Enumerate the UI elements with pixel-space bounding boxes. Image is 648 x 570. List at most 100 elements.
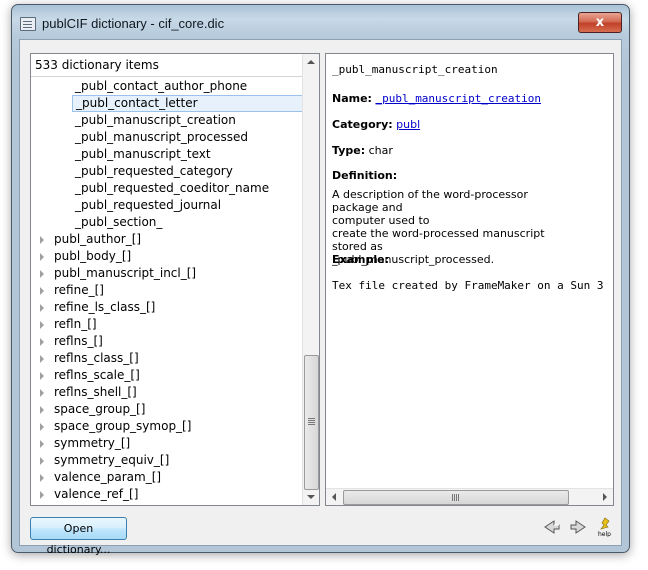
type-label: Type: — [332, 144, 366, 157]
category-link[interactable]: publ — [396, 118, 420, 131]
title-bar[interactable]: publCIF dictionary - cif_core.dic x — [12, 5, 629, 39]
tree-category-label: valence_param_[] — [54, 470, 162, 484]
tree-header[interactable]: 533 dictionary items — [31, 54, 319, 77]
scroll-left-arrow-icon[interactable] — [332, 493, 336, 501]
help-icon[interactable]: help — [595, 517, 615, 537]
expand-arrow-icon[interactable] — [40, 491, 44, 499]
expand-arrow-icon[interactable] — [40, 457, 44, 465]
type-row: Type: char — [332, 144, 393, 157]
grip-icon — [308, 418, 315, 419]
close-button[interactable]: x — [578, 12, 622, 33]
scroll-down-arrow-icon[interactable] — [307, 495, 315, 499]
tree-category-label: publ_body_[] — [54, 249, 132, 263]
dictionary-app-icon — [20, 17, 36, 31]
detail-body: _publ_manuscript_creation Name: _publ_ma… — [332, 54, 613, 488]
tree-category[interactable]: reflns_scale_[] — [31, 367, 303, 384]
tree-category[interactable]: space_group_[] — [31, 401, 303, 418]
tree-category-label: reflns_[] — [54, 334, 103, 348]
tree-item-label: _publ_requested_journal — [75, 198, 222, 212]
tree-category[interactable]: symmetry_[] — [31, 435, 303, 452]
scroll-up-arrow-icon[interactable] — [307, 60, 315, 64]
expand-arrow-icon[interactable] — [40, 270, 44, 278]
expand-arrow-icon[interactable] — [40, 253, 44, 261]
detail-title: _publ_manuscript_creation — [332, 63, 498, 76]
tree-item[interactable]: _publ_section_ — [31, 214, 303, 231]
tree-category-label: refine_[] — [54, 283, 104, 297]
expand-arrow-icon[interactable] — [40, 355, 44, 363]
tree-category-label: symmetry_equiv_[] — [54, 453, 170, 467]
expand-arrow-icon[interactable] — [40, 440, 44, 448]
tree-vertical-scrollbar[interactable] — [302, 54, 319, 505]
dictionary-tree[interactable]: 533 dictionary items _publ_contact_autho… — [30, 53, 320, 506]
tree-category[interactable]: space_group_symop_[] — [31, 418, 303, 435]
tree-category[interactable]: valence_param_[] — [31, 469, 303, 486]
example-row: Example: — [332, 253, 389, 266]
name-link[interactable]: _publ_manuscript_creation — [375, 92, 541, 105]
expand-arrow-icon[interactable] — [40, 372, 44, 380]
tree-item[interactable]: _publ_manuscript_text — [31, 146, 303, 163]
tree-item[interactable]: _publ_contact_author_phone — [31, 78, 303, 95]
definition-line: computer used to — [332, 214, 430, 227]
name-label: Name: — [332, 92, 372, 105]
name-row: Name: _publ_manuscript_creation — [332, 92, 541, 105]
tree-category-label: refine_ls_class_[] — [54, 300, 156, 314]
tree-header-label: 533 dictionary items — [35, 58, 159, 72]
tree-category[interactable]: reflns_shell_[] — [31, 384, 303, 401]
definition-label: Definition: — [332, 169, 398, 182]
expand-arrow-icon[interactable] — [40, 304, 44, 312]
tree-item-label: _publ_section_ — [75, 215, 163, 229]
tree-item[interactable]: _publ_requested_journal — [31, 197, 303, 214]
tree-category[interactable]: symmetry_equiv_[] — [31, 452, 303, 469]
tree-item-label: _publ_requested_coeditor_name — [75, 181, 270, 195]
tree-category[interactable]: publ_body_[] — [31, 248, 303, 265]
scroll-right-arrow-icon[interactable] — [603, 493, 607, 501]
scroll-thumb[interactable] — [304, 355, 319, 490]
expand-arrow-icon[interactable] — [40, 406, 44, 414]
tree-category-label: publ_author_[] — [54, 232, 142, 246]
tree-category[interactable]: refine_ls_class_[] — [31, 299, 303, 316]
scroll-thumb[interactable] — [343, 490, 569, 505]
tree-item[interactable]: _publ_manuscript_processed — [31, 129, 303, 146]
expand-arrow-icon[interactable] — [40, 236, 44, 244]
tree-item-label: _publ_manuscript_creation — [75, 113, 236, 127]
tree-item-label: _publ_manuscript_text — [75, 147, 211, 161]
expand-arrow-icon[interactable] — [40, 423, 44, 431]
tree-item[interactable]: _publ_manuscript_creation — [31, 112, 303, 129]
category-label: Category: — [332, 118, 393, 131]
tree-category-label: reflns_scale_[] — [54, 368, 140, 382]
tree-category[interactable]: refln_[] — [31, 316, 303, 333]
tree-category-label: symmetry_[] — [54, 436, 131, 450]
detail-pane: _publ_manuscript_creation Name: _publ_ma… — [325, 53, 614, 506]
open-dictionary-button[interactable]: Open dictionary... — [30, 517, 127, 556]
tree-category[interactable]: refine_[] — [31, 282, 303, 299]
tree-category[interactable]: reflns_[] — [31, 333, 303, 350]
expand-arrow-icon[interactable] — [40, 474, 44, 482]
expand-arrow-icon[interactable] — [40, 338, 44, 346]
tree-category[interactable]: valence_ref_[] — [31, 486, 303, 503]
tree-category-label: refln_[] — [54, 317, 97, 331]
expand-arrow-icon[interactable] — [40, 389, 44, 397]
back-arrow-icon[interactable] — [542, 517, 562, 537]
app-window: publCIF dictionary - cif_core.dic x 533 … — [11, 4, 630, 556]
tree-category[interactable]: publ_manuscript_incl_[] — [31, 265, 303, 282]
tree-item-label: _publ_contact_author_phone — [75, 79, 248, 93]
client-area: 533 dictionary items _publ_contact_autho… — [19, 39, 622, 556]
forward-arrow-icon[interactable] — [568, 517, 588, 537]
tree-item-label: _publ_contact_letter — [72, 95, 303, 112]
expand-arrow-icon[interactable] — [40, 321, 44, 329]
definition-line: create the word-processed manuscript sto… — [332, 227, 545, 253]
example-text: Tex file created by FrameMaker on a Sun … — [332, 279, 604, 292]
tree-item-selected[interactable]: _publ_contact_letter — [31, 95, 303, 112]
tree-category-label: reflns_class_[] — [54, 351, 139, 365]
tree-category[interactable]: reflns_class_[] — [31, 350, 303, 367]
tree-category[interactable]: publ_author_[] — [31, 231, 303, 248]
definition-row: Definition: — [332, 169, 397, 182]
tree-item[interactable]: _publ_requested_category — [31, 163, 303, 180]
tree-item[interactable]: _publ_requested_coeditor_name — [31, 180, 303, 197]
expand-arrow-icon[interactable] — [40, 287, 44, 295]
tree-category-label: reflns_shell_[] — [54, 385, 137, 399]
tree-list: _publ_contact_author_phone _publ_contact_… — [31, 78, 303, 505]
tree-category-label: space_group_symop_[] — [54, 419, 192, 433]
help-text: help — [598, 531, 611, 537]
detail-horizontal-scrollbar[interactable] — [326, 488, 613, 505]
